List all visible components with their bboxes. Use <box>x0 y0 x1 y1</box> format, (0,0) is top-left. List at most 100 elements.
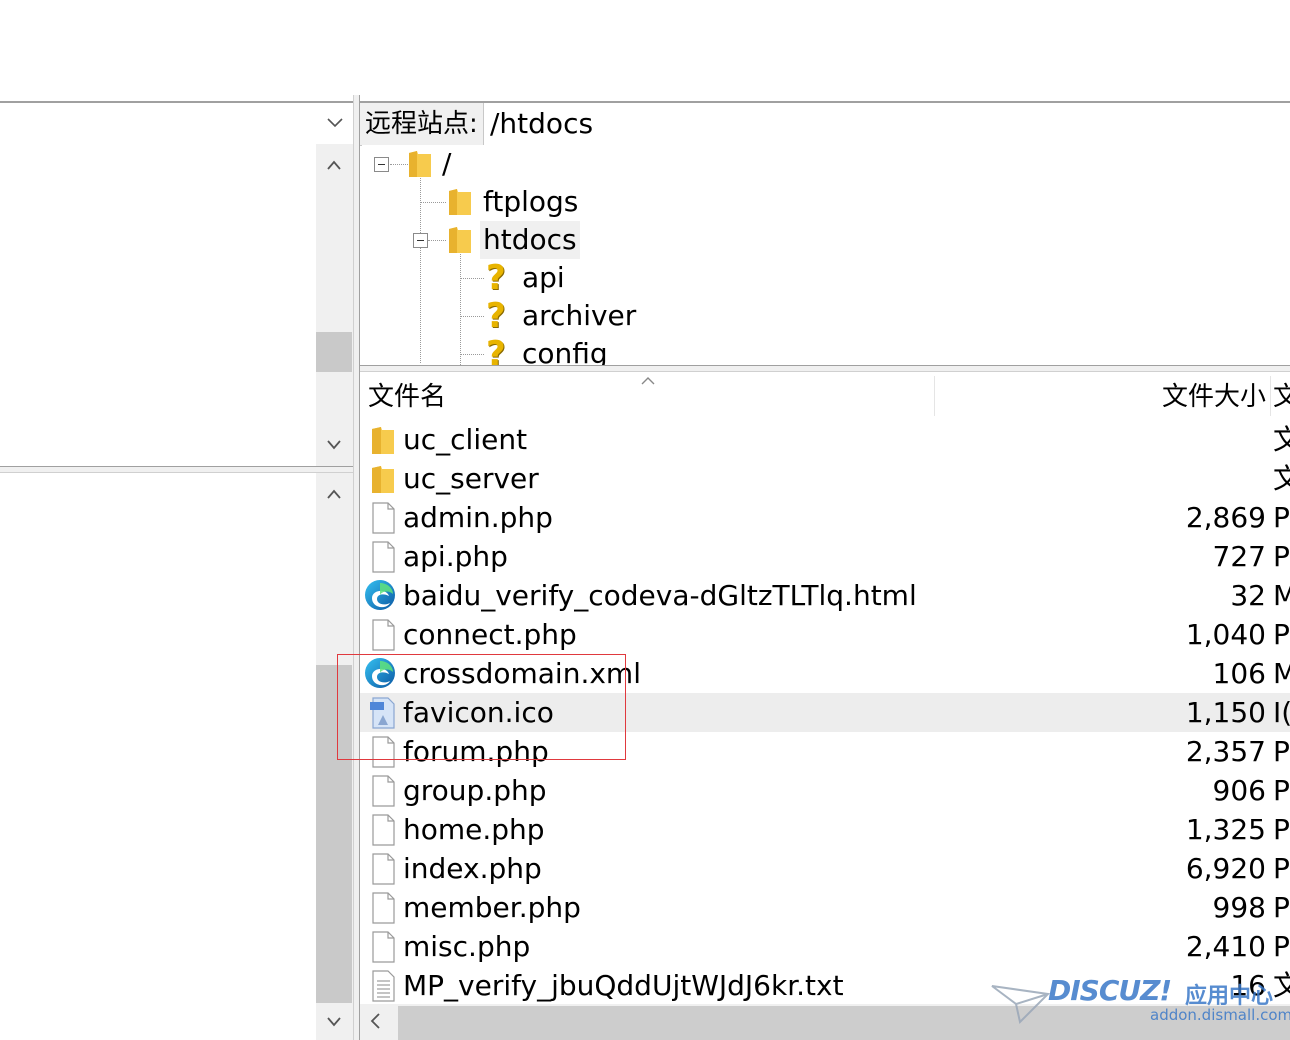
file-icon <box>368 853 398 885</box>
tree-item-ftplogs[interactable]: ftplogs <box>362 183 662 221</box>
tree-item-config[interactable]: ? config <box>362 335 662 365</box>
file-name: group.php <box>403 774 547 807</box>
scroll-thumb[interactable] <box>316 332 352 372</box>
remote-site-label: 远程站点: <box>360 103 484 145</box>
folder-icon <box>449 227 471 253</box>
file-row[interactable]: crossdomain.xml 106 M <box>360 654 1290 693</box>
local-pane-separator <box>0 466 353 473</box>
file-icon <box>368 541 398 573</box>
file-type: P <box>1273 891 1290 924</box>
edge-icon <box>364 579 395 611</box>
file-name: uc_server <box>403 462 539 495</box>
file-type: P <box>1273 930 1290 963</box>
tree-item-label: htdocs <box>480 221 580 259</box>
column-header-filename[interactable]: 文件名 <box>368 372 446 418</box>
file-type: P <box>1273 618 1290 651</box>
file-type: P <box>1273 852 1290 885</box>
scroll-left-arrow-icon[interactable] <box>368 1012 382 1034</box>
file-icon <box>368 736 398 768</box>
column-header-filesize[interactable]: 文件大小 <box>1162 372 1266 418</box>
file-row[interactable]: uc_server 文 <box>360 459 1290 498</box>
question-folder-icon: ? <box>486 296 506 336</box>
remote-directory-tree: / ftplogs htdocs ? api ? archiver ? conf… <box>362 145 1290 365</box>
file-type: P <box>1273 540 1290 573</box>
file-row[interactable]: connect.php 1,040 P <box>360 615 1290 654</box>
file-icon <box>368 931 398 963</box>
file-name: favicon.ico <box>403 696 554 729</box>
tree-item-label: / <box>442 147 452 180</box>
file-name: crossdomain.xml <box>403 657 641 690</box>
scroll-up-arrow-icon[interactable] <box>316 477 352 511</box>
watermark-brand: DISCUZ! <box>1048 974 1172 1007</box>
remote-path-bar: 远程站点: /htdocs <box>360 101 1290 146</box>
file-type: 文 <box>1273 423 1290 456</box>
folder-icon <box>449 189 471 215</box>
file-row[interactable]: home.php 1,325 P <box>360 810 1290 849</box>
file-icon <box>368 619 398 651</box>
remote-path-input[interactable]: /htdocs <box>490 103 593 145</box>
file-row[interactable]: favicon.ico 1,150I( <box>360 693 1290 732</box>
collapse-icon[interactable] <box>413 233 428 248</box>
scroll-up-arrow-icon[interactable] <box>316 148 352 182</box>
collapse-icon[interactable] <box>374 157 389 172</box>
column-separator[interactable] <box>1270 376 1271 416</box>
question-folder-icon: ? <box>486 258 506 298</box>
file-type: P <box>1273 813 1290 846</box>
file-icon <box>368 814 398 846</box>
tree-item-label: api <box>522 261 565 294</box>
file-row[interactable]: api.php 727 P <box>360 537 1290 576</box>
column-separator[interactable] <box>934 376 935 416</box>
file-row[interactable]: baidu_verify_codeva-dGltzTLTlq.html 32 M <box>360 576 1290 615</box>
local-file-list <box>0 473 316 1040</box>
watermark-url: addon.dismall.com <box>1150 1006 1290 1024</box>
tree-item-api[interactable]: ? api <box>362 259 662 297</box>
remote-file-list: 文件名 文件大小 文 uc_client 文 uc_server 文 admin.php… <box>360 372 1290 1004</box>
file-row[interactable]: index.php 6,920 P <box>360 849 1290 888</box>
pane-splitter[interactable] <box>353 95 360 1040</box>
scroll-down-arrow-icon[interactable] <box>316 1005 352 1039</box>
file-type: P <box>1273 501 1290 534</box>
file-size: 106 <box>1212 657 1266 690</box>
file-row[interactable]: forum.php 2,357 P <box>360 732 1290 771</box>
tree-item-htdocs[interactable]: htdocs <box>362 221 662 259</box>
scroll-down-arrow-icon[interactable] <box>316 428 352 462</box>
file-name: admin.php <box>403 501 553 534</box>
file-size: 1,040 <box>1185 618 1266 651</box>
file-icon <box>368 775 398 807</box>
local-path-dropdown[interactable] <box>0 101 353 146</box>
file-row[interactable]: misc.php 2,410 P <box>360 927 1290 966</box>
column-header-filetype[interactable]: 文 <box>1273 372 1290 418</box>
file-type: P <box>1273 774 1290 807</box>
file-name: MP_verify_jbuQddUjtWJdJ6kr.txt <box>403 969 844 1002</box>
file-row[interactable]: member.php 998 P <box>360 888 1290 927</box>
file-name: uc_client <box>403 423 528 456</box>
tree-item-archiver[interactable]: ? archiver <box>362 297 662 335</box>
local-tree-scrollbar[interactable] <box>316 144 353 466</box>
file-name: index.php <box>403 852 542 885</box>
file-list-header: 文件名 文件大小 文 <box>360 372 1290 418</box>
file-size: 6,920 <box>1185 852 1266 885</box>
file-type: P <box>1273 735 1290 768</box>
edge-icon <box>364 657 395 689</box>
file-name: connect.php <box>403 618 577 651</box>
folder-icon <box>368 424 398 456</box>
file-row[interactable]: group.php 906 P <box>360 771 1290 810</box>
file-size: 32 <box>1230 579 1266 612</box>
chevron-down-icon[interactable] <box>325 112 345 132</box>
local-file-scrollbar[interactable] <box>316 473 353 1040</box>
folder-icon <box>409 151 431 177</box>
scroll-thumb[interactable] <box>316 665 352 1003</box>
file-name: api.php <box>403 540 508 573</box>
file-row[interactable]: uc_client 文 <box>360 420 1290 459</box>
file-name: misc.php <box>403 930 531 963</box>
remote-pane-splitter[interactable] <box>360 365 1290 372</box>
tree-item-label: ftplogs <box>483 185 579 218</box>
file-row[interactable]: admin.php 2,869 P <box>360 498 1290 537</box>
tree-item-label: archiver <box>522 299 637 332</box>
file-type: 文 <box>1273 462 1290 495</box>
local-tree-pane <box>0 144 316 466</box>
file-icon <box>368 892 398 924</box>
text-file-icon <box>368 970 398 1002</box>
tree-item-root[interactable]: / <box>362 145 662 183</box>
sort-ascending-icon <box>641 377 655 385</box>
